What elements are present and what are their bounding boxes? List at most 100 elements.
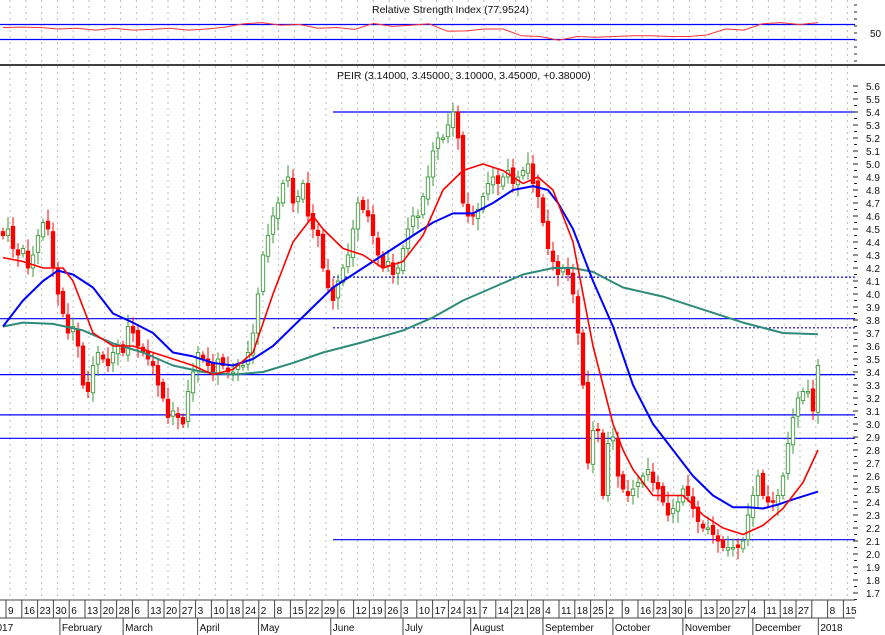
candle-up xyxy=(740,540,746,550)
candle-down xyxy=(320,233,326,269)
y-tick-label: 2.9 xyxy=(866,433,880,444)
y-tick-label: 3.9 xyxy=(866,303,880,314)
candle-up xyxy=(355,202,361,230)
month-label: April xyxy=(200,623,220,634)
candle-up xyxy=(255,293,261,334)
week-label: 26 xyxy=(387,606,399,617)
candle-down xyxy=(455,111,461,139)
y-tick-label: 3.8 xyxy=(866,316,880,327)
candle-up xyxy=(815,365,821,413)
y-tick-label: 5.5 xyxy=(866,95,880,106)
candle-down xyxy=(665,502,671,516)
candle-up xyxy=(425,176,431,200)
candle-up xyxy=(40,222,46,238)
candle-up xyxy=(190,371,196,394)
candle-up xyxy=(500,176,506,187)
week-label: 9 xyxy=(624,606,630,617)
month-label: March xyxy=(125,623,153,634)
week-label: 10 xyxy=(419,606,431,617)
week-label: 20 xyxy=(166,606,178,617)
y-tick-label: 2.8 xyxy=(866,446,880,457)
candle-up xyxy=(295,196,301,203)
candle-down xyxy=(715,535,721,542)
week-label: 8 xyxy=(830,606,836,617)
candle-down xyxy=(315,229,321,236)
candle-up xyxy=(265,235,271,257)
week-label: 2 xyxy=(608,606,614,617)
y-tick-label: 2.1 xyxy=(866,537,880,548)
candle-up xyxy=(755,475,761,496)
candle-down xyxy=(100,354,106,360)
price-title: PEIR (3.14000, 3.45000, 3.10000, 3.45000… xyxy=(337,70,591,82)
y-tick-label: 5.6 xyxy=(866,82,880,93)
y-tick-label: 3.6 xyxy=(866,342,880,353)
month-label: February xyxy=(62,623,102,634)
y-tick-label: 3.2 xyxy=(866,394,880,405)
month-label: November xyxy=(685,623,732,634)
week-label: 30 xyxy=(672,606,684,617)
ma-long-line xyxy=(2,267,819,376)
candle-up xyxy=(415,215,421,218)
month-label: July xyxy=(405,623,423,634)
candle-down xyxy=(620,474,626,490)
candle-down xyxy=(0,231,6,236)
week-label: 27 xyxy=(798,606,810,617)
y-tick-label: 4.5 xyxy=(866,225,880,236)
candle-down xyxy=(305,183,311,217)
candle-up xyxy=(435,137,441,149)
candle-up xyxy=(5,228,11,236)
candle-up xyxy=(670,508,676,515)
candle-up xyxy=(350,228,356,259)
candle-down xyxy=(160,381,166,399)
candle-up xyxy=(280,183,286,204)
candle-down xyxy=(165,398,171,418)
candle-up xyxy=(300,183,306,200)
week-label: 27 xyxy=(182,606,194,617)
y-tick-label: 2.7 xyxy=(866,459,880,470)
candle-up xyxy=(240,365,246,368)
month-label: May xyxy=(261,623,280,634)
week-label: 27 xyxy=(735,606,747,617)
y-tick-label: 4.2 xyxy=(866,264,880,275)
candle-up xyxy=(630,488,636,496)
candle-up xyxy=(395,267,401,274)
candle-up xyxy=(430,150,436,178)
y-tick-label: 2.5 xyxy=(866,485,880,496)
candle-down xyxy=(735,544,741,548)
y-tick-label: 4.7 xyxy=(866,199,880,210)
week-label: 30 xyxy=(55,606,67,617)
candle-down xyxy=(700,523,706,529)
week-label: 28 xyxy=(529,606,541,617)
candle-up xyxy=(170,410,176,417)
candle-up xyxy=(20,248,26,255)
week-label: 3 xyxy=(403,606,409,617)
candle-up xyxy=(445,124,451,138)
candle-up xyxy=(745,514,751,541)
week-label: 24 xyxy=(450,606,462,617)
candle-up xyxy=(115,345,121,355)
candle-down xyxy=(540,197,546,223)
y-tick-label: 4.8 xyxy=(866,186,880,197)
candle-up xyxy=(805,391,811,394)
candle-down xyxy=(655,482,661,490)
y-tick-label: 1.8 xyxy=(866,576,880,587)
candle-down xyxy=(565,268,571,275)
candle-up xyxy=(440,137,446,140)
candle-down xyxy=(155,365,161,386)
week-label: 18 xyxy=(229,606,241,617)
candle-down xyxy=(15,249,21,256)
candle-down xyxy=(650,471,656,483)
candle-down xyxy=(80,345,86,386)
candle-up xyxy=(525,163,531,174)
candle-up xyxy=(485,183,491,195)
candle-down xyxy=(375,237,381,256)
candle-up xyxy=(645,469,651,476)
candle-down xyxy=(150,361,156,366)
candle-up xyxy=(675,501,681,512)
y-tick-label: 5.4 xyxy=(866,108,880,119)
candle-down xyxy=(600,432,606,496)
y-tick-label: 1.9 xyxy=(866,563,880,574)
y-tick-label: 4.9 xyxy=(866,173,880,184)
candle-up xyxy=(110,352,116,364)
week-label: 21 xyxy=(514,606,526,617)
